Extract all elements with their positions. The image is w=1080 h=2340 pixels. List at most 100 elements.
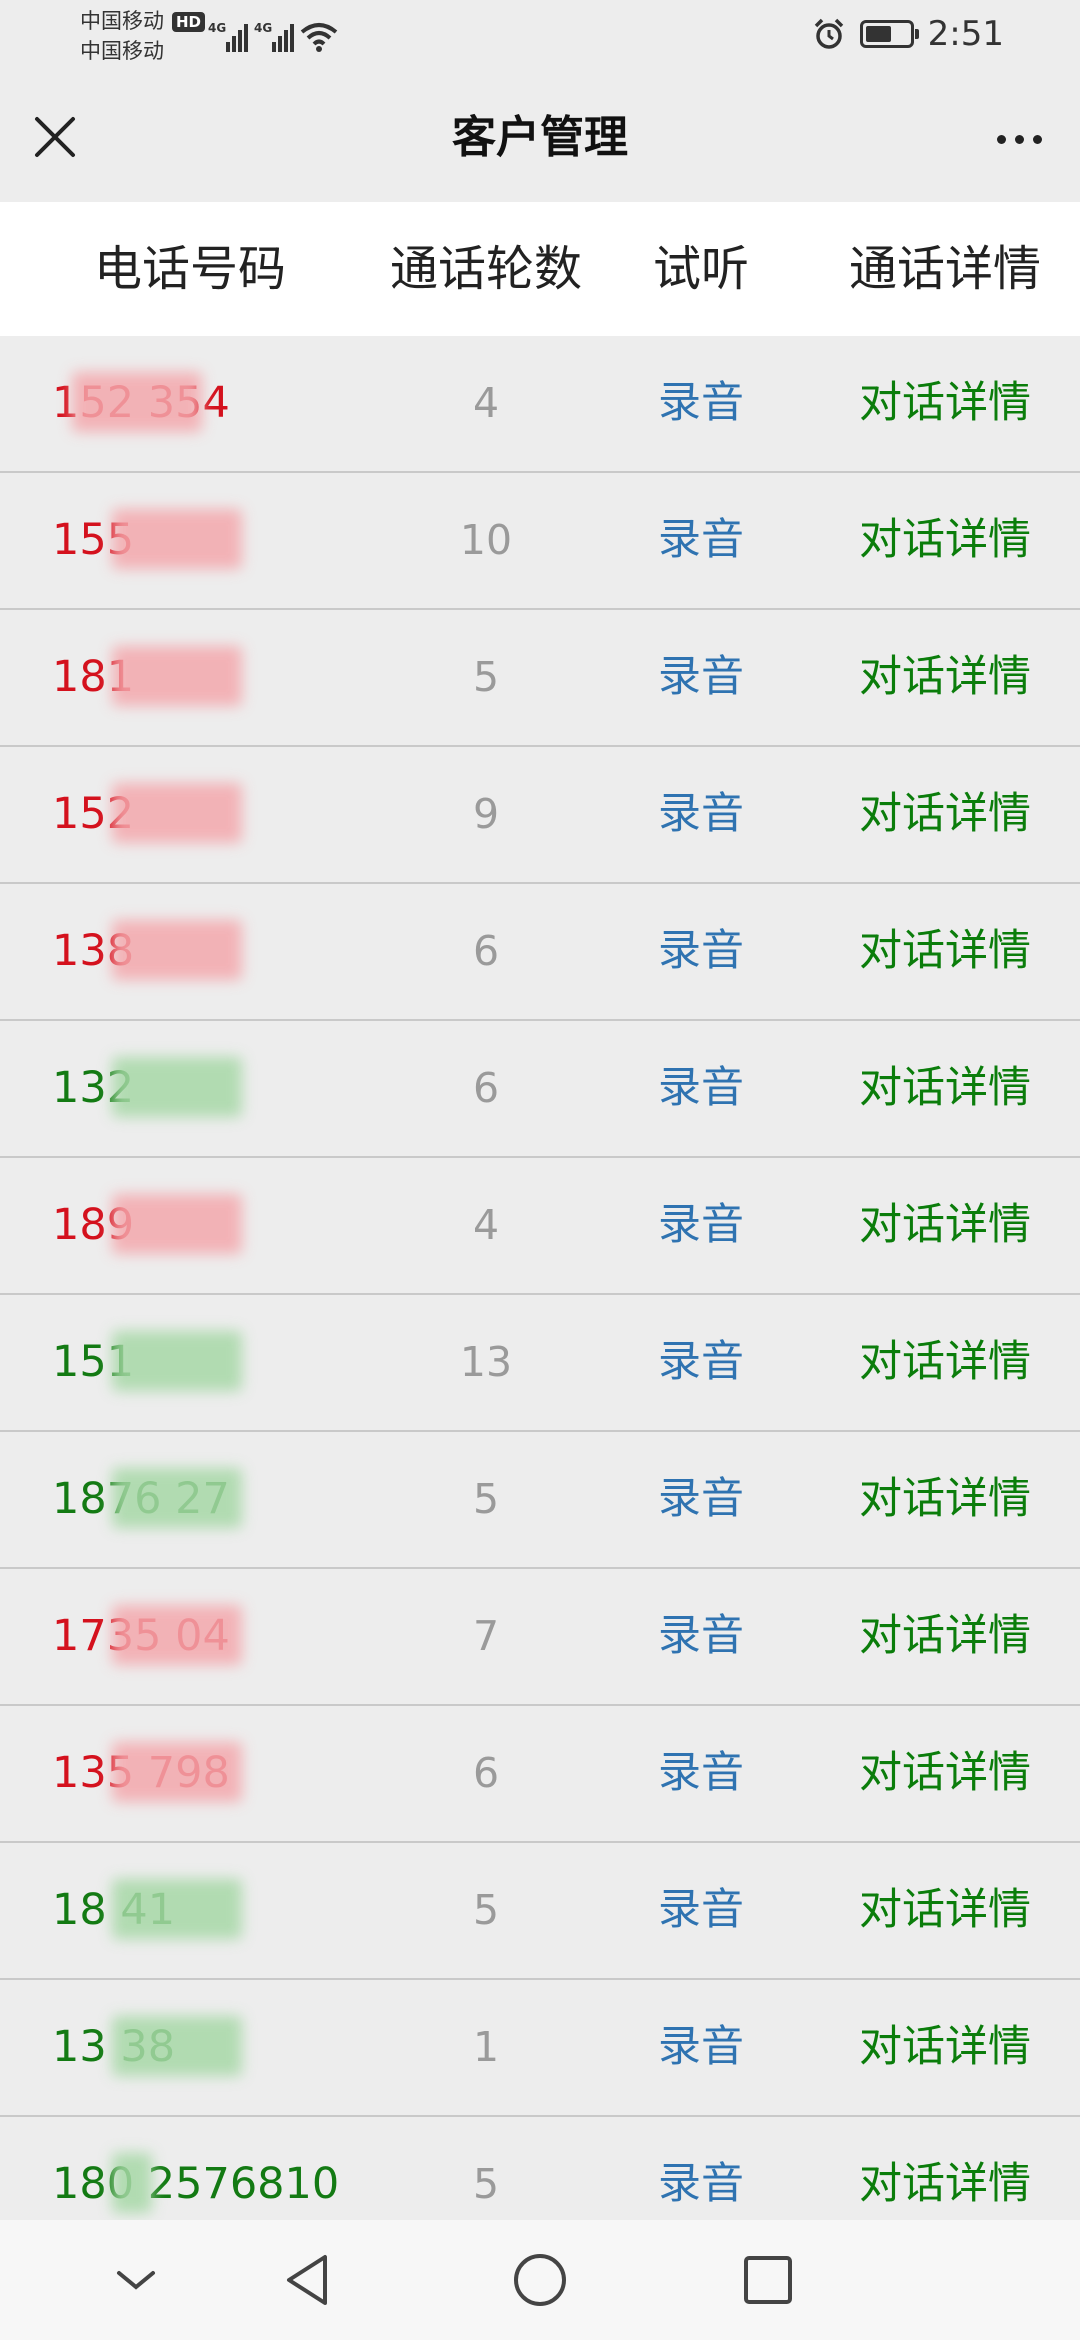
carrier-label-2: 中国移动 [80, 39, 164, 63]
redaction-mask [112, 646, 242, 706]
recording-link[interactable]: 录音 [620, 884, 782, 1019]
table-row: 1735 04 7 录音对话详情 [0, 1569, 1080, 1706]
carrier-info: 中国移动 中国移动 HD [80, 6, 206, 66]
phone-number: 1735 04 [52, 1569, 352, 1704]
table-row: 18 41 5 录音对话详情 [0, 1843, 1080, 1980]
redaction-mask [112, 1057, 242, 1117]
chevron-down-icon [117, 2271, 155, 2290]
conversation-details-link[interactable]: 对话详情 [820, 1295, 1070, 1430]
conversation-details-link[interactable]: 对话详情 [820, 336, 1070, 471]
recording-link[interactable]: 录音 [620, 336, 782, 471]
recording-link[interactable]: 录音 [620, 1021, 782, 1156]
clock-time: 2:51 [927, 14, 1004, 54]
recording-link[interactable]: 录音 [620, 1432, 782, 1567]
call-rounds: 5 [472, 1475, 500, 1523]
table-row: 1876 27 5 录音对话详情 [0, 1432, 1080, 1569]
conversation-details-link[interactable]: 对话详情 [820, 1158, 1070, 1293]
call-rounds: 6 [472, 927, 500, 975]
signal-icons: 4G 4G [208, 16, 338, 52]
battery-fill [865, 26, 891, 42]
phone-number: 180 2576810 [52, 2117, 352, 2220]
redaction-mask [112, 509, 242, 569]
conversation-details-link[interactable]: 对话详情 [820, 1569, 1070, 1704]
status-right: 2:51 [812, 14, 1004, 54]
signal-icon: 4G [254, 22, 294, 52]
back-button[interactable] [272, 2244, 344, 2316]
network-type-2: 4G [254, 21, 273, 35]
network-type-1: 4G [208, 21, 227, 35]
recording-link[interactable]: 录音 [620, 1843, 782, 1978]
conversation-details-link[interactable]: 对话详情 [820, 1432, 1070, 1567]
header-listen: 试听 [652, 241, 749, 297]
recording-link[interactable]: 录音 [620, 1980, 782, 2115]
redaction-mask [112, 2016, 242, 2076]
table-row: 152 9 录音 对话详情 [0, 747, 1080, 884]
conversation-details-link[interactable]: 对话详情 [820, 610, 1070, 745]
more-icon-dot [1032, 134, 1042, 144]
redaction-mask [112, 1468, 242, 1528]
recording-link[interactable]: 录音 [620, 1569, 782, 1704]
conversation-details-link[interactable]: 对话详情 [820, 1843, 1070, 1978]
call-rounds: 9 [472, 790, 500, 838]
chevron-down-button[interactable] [100, 2244, 172, 2316]
customer-list[interactable]: 152 3544录音对话详情15510录音对话详情1815录音对话详情1529录… [0, 336, 1080, 2220]
conversation-details-link[interactable]: 对话详情 [820, 1706, 1070, 1841]
redaction-mask [112, 1879, 242, 1939]
recording-link[interactable]: 录音 [620, 2117, 782, 2220]
call-rounds: 5 [472, 1886, 500, 1934]
phone-number-text: 180 2576810 [52, 2159, 340, 2209]
recording-link[interactable]: 录音 [620, 747, 782, 882]
phone-number: 1876 27 [52, 1432, 352, 1567]
more-button[interactable] [984, 114, 1054, 164]
redaction-mask [112, 920, 242, 980]
redaction-mask [72, 372, 202, 432]
battery-icon [859, 20, 919, 48]
back-triangle-icon [287, 2255, 327, 2305]
recording-link[interactable]: 录音 [620, 1295, 782, 1430]
call-rounds: 10 [459, 516, 513, 564]
table-row: 155 10 录音 对话详情 [0, 473, 1080, 610]
call-rounds: 5 [472, 2160, 500, 2208]
more-icon-dot [996, 134, 1006, 144]
page-title: 客户管理 [452, 112, 628, 163]
signal-icon: 4G [208, 22, 248, 52]
recording-link[interactable]: 录音 [620, 1158, 782, 1293]
table-row: 151 13 录音 对话详情 [0, 1295, 1080, 1432]
home-button[interactable] [504, 2244, 576, 2316]
redaction-mask [112, 2153, 152, 2213]
table-row: 189 4 录音 对话详情 [0, 1158, 1080, 1295]
phone-number: 18 41 [52, 1843, 352, 1978]
conversation-details-link[interactable]: 对话详情 [820, 2117, 1070, 2220]
call-rounds: 1 [472, 2023, 500, 2071]
table-row: 180 2576810 5 录音 对话详情 [0, 2117, 1080, 2220]
conversation-details-link[interactable]: 对话详情 [820, 473, 1070, 608]
recording-link[interactable]: 录音 [620, 473, 782, 608]
redaction-mask [112, 783, 242, 843]
redaction-mask [112, 1331, 242, 1391]
table-row: 135 798 6 录音对话详情 [0, 1706, 1080, 1843]
recents-square-icon [744, 2256, 792, 2304]
recents-button[interactable] [732, 2244, 804, 2316]
recording-link[interactable]: 录音 [620, 1706, 782, 1841]
status-bar: 中国移动 中国移动 HD 4G 4G 2:51 [0, 0, 1080, 80]
conversation-details-link[interactable]: 对话详情 [820, 1021, 1070, 1156]
call-rounds: 6 [472, 1749, 500, 1797]
conversation-details-link[interactable]: 对话详情 [820, 884, 1070, 1019]
table-row: 181 5 录音 对话详情 [0, 610, 1080, 747]
phone-number: 152 [52, 747, 352, 882]
conversation-details-link[interactable]: 对话详情 [820, 747, 1070, 882]
call-rounds: 6 [472, 1064, 500, 1112]
phone-number: 138 [52, 884, 352, 1019]
redaction-mask [112, 1605, 242, 1665]
conversation-details-link[interactable]: 对话详情 [820, 1980, 1070, 2115]
home-circle-icon [514, 2254, 566, 2306]
wifi-icon [300, 23, 338, 52]
table-header: 电话号码 通话轮数 试听 通话详情 [0, 202, 1080, 336]
phone-number: 135 798 [52, 1706, 352, 1841]
recording-link[interactable]: 录音 [620, 610, 782, 745]
phone-number: 181 [52, 610, 352, 745]
carrier-label-1: 中国移动 [80, 9, 164, 33]
redaction-mask [112, 1194, 242, 1254]
table-row: 13 38 1 录音对话详情 [0, 1980, 1080, 2117]
header-rounds: 通话轮数 [389, 241, 582, 297]
